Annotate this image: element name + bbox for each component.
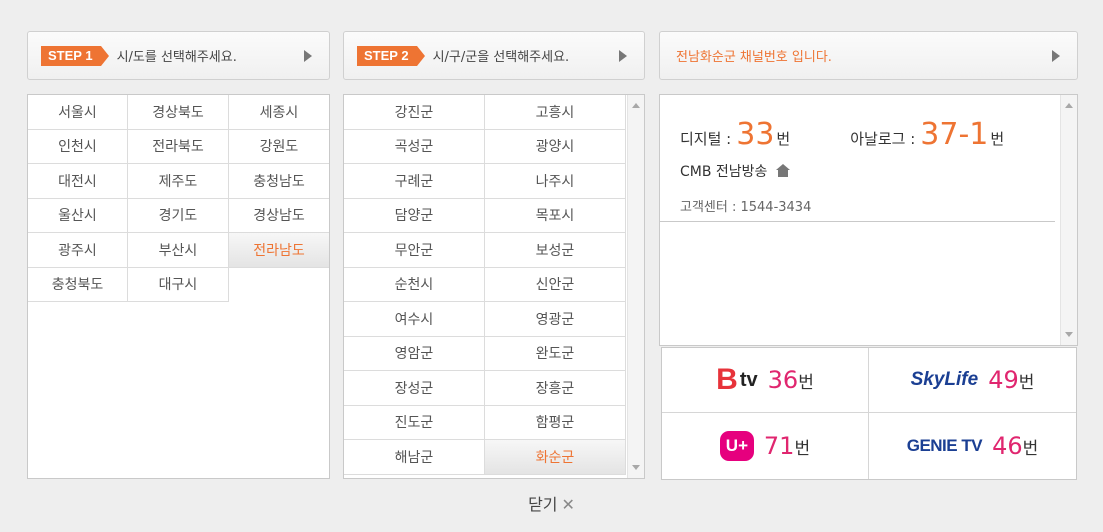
district-item[interactable]: 강진군 [344,95,485,130]
channel-info: 디지털 : 33 번 아날로그 : 37-1 번 CMB 전남방송 고객센터 :… [660,95,1055,222]
step1-header[interactable]: STEP 1 시/도를 선택해주세요. [27,31,330,80]
district-list: 강진군 고흥시 곡성군 광양시 구례군 나주시 담양군 목포시 무안군 보성군 순천시 신안군 여수시 영… [343,94,645,479]
district-item[interactable]: 완도군 [485,336,626,371]
skylife-number: 49 [988,366,1019,394]
province-item[interactable]: 충청북도 [28,267,128,302]
district-item[interactable]: 구례군 [344,164,485,199]
provider-grid: B tv 36 번 SkyLife 49 번 U+ 71 번 GENIE TV … [661,347,1077,480]
district-item[interactable]: 광양시 [485,129,626,164]
provider-uplus: U+ 71 번 [662,413,869,479]
district-item[interactable]: 고흥시 [485,95,626,130]
province-item[interactable]: 울산시 [28,198,128,233]
province-item[interactable]: 광주시 [28,233,128,268]
district-item[interactable]: 여수시 [344,302,485,337]
province-item[interactable]: 대전시 [28,164,128,199]
step2-text: 시/구/군을 선택해주세요. [432,50,570,65]
district-item[interactable]: 곡성군 [344,129,485,164]
btv-number: 36 [767,366,799,394]
customer-center: 고객센터 : 1544-3434 [680,200,812,215]
channel-info-panel: 디지털 : 33 번 아날로그 : 37-1 번 CMB 전남방송 고객센터 :… [659,94,1078,346]
province-list: 서울시 경상북도 세종시인천시 전라북도 강원도대전시 제주도 충청남도울산시 경기도 경상남도… [27,94,330,479]
uplus-logo: U+ [719,431,754,461]
district-item[interactable]: 장성군 [344,371,485,406]
genietv-unit: 번 [1022,438,1039,459]
skylife-unit: 번 [1018,372,1035,393]
arrow-right-icon [619,50,627,62]
result-header-text: 전남화순군 채널번호 입니다. [676,50,832,65]
province-item[interactable]: 부산시 [128,233,229,268]
analog-unit: 번 [990,130,1005,148]
province-item[interactable]: 인천시 [28,129,128,164]
district-item[interactable]: 순천시 [344,267,485,302]
provider-btv: B tv 36 번 [662,348,869,413]
province-item[interactable]: 세종시 [229,95,329,130]
step1-badge: STEP 1 [41,45,109,66]
info-scrollbar[interactable] [1060,95,1077,345]
uplus-number: 71 [763,432,795,460]
genietv-logo: GENIE TV [906,436,983,455]
district-item[interactable]: 화순군 [485,440,626,475]
close-label: 닫기 [528,495,558,514]
district-scrollbar[interactable] [627,95,644,478]
arrow-right-icon [304,50,312,62]
scroll-up-icon[interactable] [1065,103,1073,108]
step2-header[interactable]: STEP 2 시/구/군을 선택해주세요. [343,31,645,80]
district-item[interactable]: 보성군 [485,233,626,268]
province-item[interactable]: 충청남도 [229,164,329,199]
result-header: 전남화순군 채널번호 입니다. [659,31,1078,80]
district-item[interactable]: 진도군 [344,405,485,440]
district-item[interactable]: 영광군 [485,302,626,337]
scroll-down-icon[interactable] [632,465,640,470]
province-item[interactable]: 경상북도 [128,95,229,130]
provider-genietv: GENIE TV 46 번 [869,413,1076,479]
province-item[interactable]: 서울시 [28,95,128,130]
district-item[interactable]: 나주시 [485,164,626,199]
province-item[interactable]: 전라북도 [128,129,229,164]
district-item[interactable]: 담양군 [344,198,485,233]
genietv-number: 46 [992,432,1023,460]
district-item[interactable]: 무안군 [344,233,485,268]
btv-logo-b: B [716,363,738,396]
step2-badge: STEP 2 [357,45,425,66]
district-item[interactable]: 해남군 [344,440,485,475]
scroll-up-icon[interactable] [632,103,640,108]
province-item[interactable]: 전라남도 [229,233,329,268]
province-item[interactable]: 제주도 [128,164,229,199]
province-item[interactable]: 경상남도 [229,198,329,233]
district-item[interactable]: 함평군 [485,405,626,440]
analog-number: 37-1 [920,117,989,152]
district-item[interactable]: 영암군 [344,336,485,371]
home-icon[interactable] [775,164,791,178]
uplus-unit: 번 [794,438,811,459]
district-item[interactable]: 목포시 [485,198,626,233]
btv-unit: 번 [798,372,814,393]
district-item[interactable]: 신안군 [485,267,626,302]
province-item[interactable]: 강원도 [229,129,329,164]
arrow-right-icon [1052,50,1060,62]
close-icon: ✕ [561,495,575,514]
digital-unit: 번 [776,130,791,148]
skylife-logo: SkyLife [910,369,979,390]
close-button[interactable]: 닫기 ✕ [0,491,1103,515]
digital-label: 디지털 : [680,130,732,148]
province-item[interactable]: 경기도 [128,198,229,233]
digital-number: 33 [736,117,775,152]
district-item[interactable]: 장흥군 [485,371,626,406]
provider-skylife: SkyLife 49 번 [869,348,1076,413]
step1-text: 시/도를 선택해주세요. [116,50,237,65]
province-item[interactable]: 대구시 [128,267,229,302]
btv-logo-tv: tv [739,368,758,391]
analog-label: 아날로그 : [850,130,916,148]
operator-name: CMB 전남방송 [680,164,768,180]
scroll-down-icon[interactable] [1065,332,1073,337]
